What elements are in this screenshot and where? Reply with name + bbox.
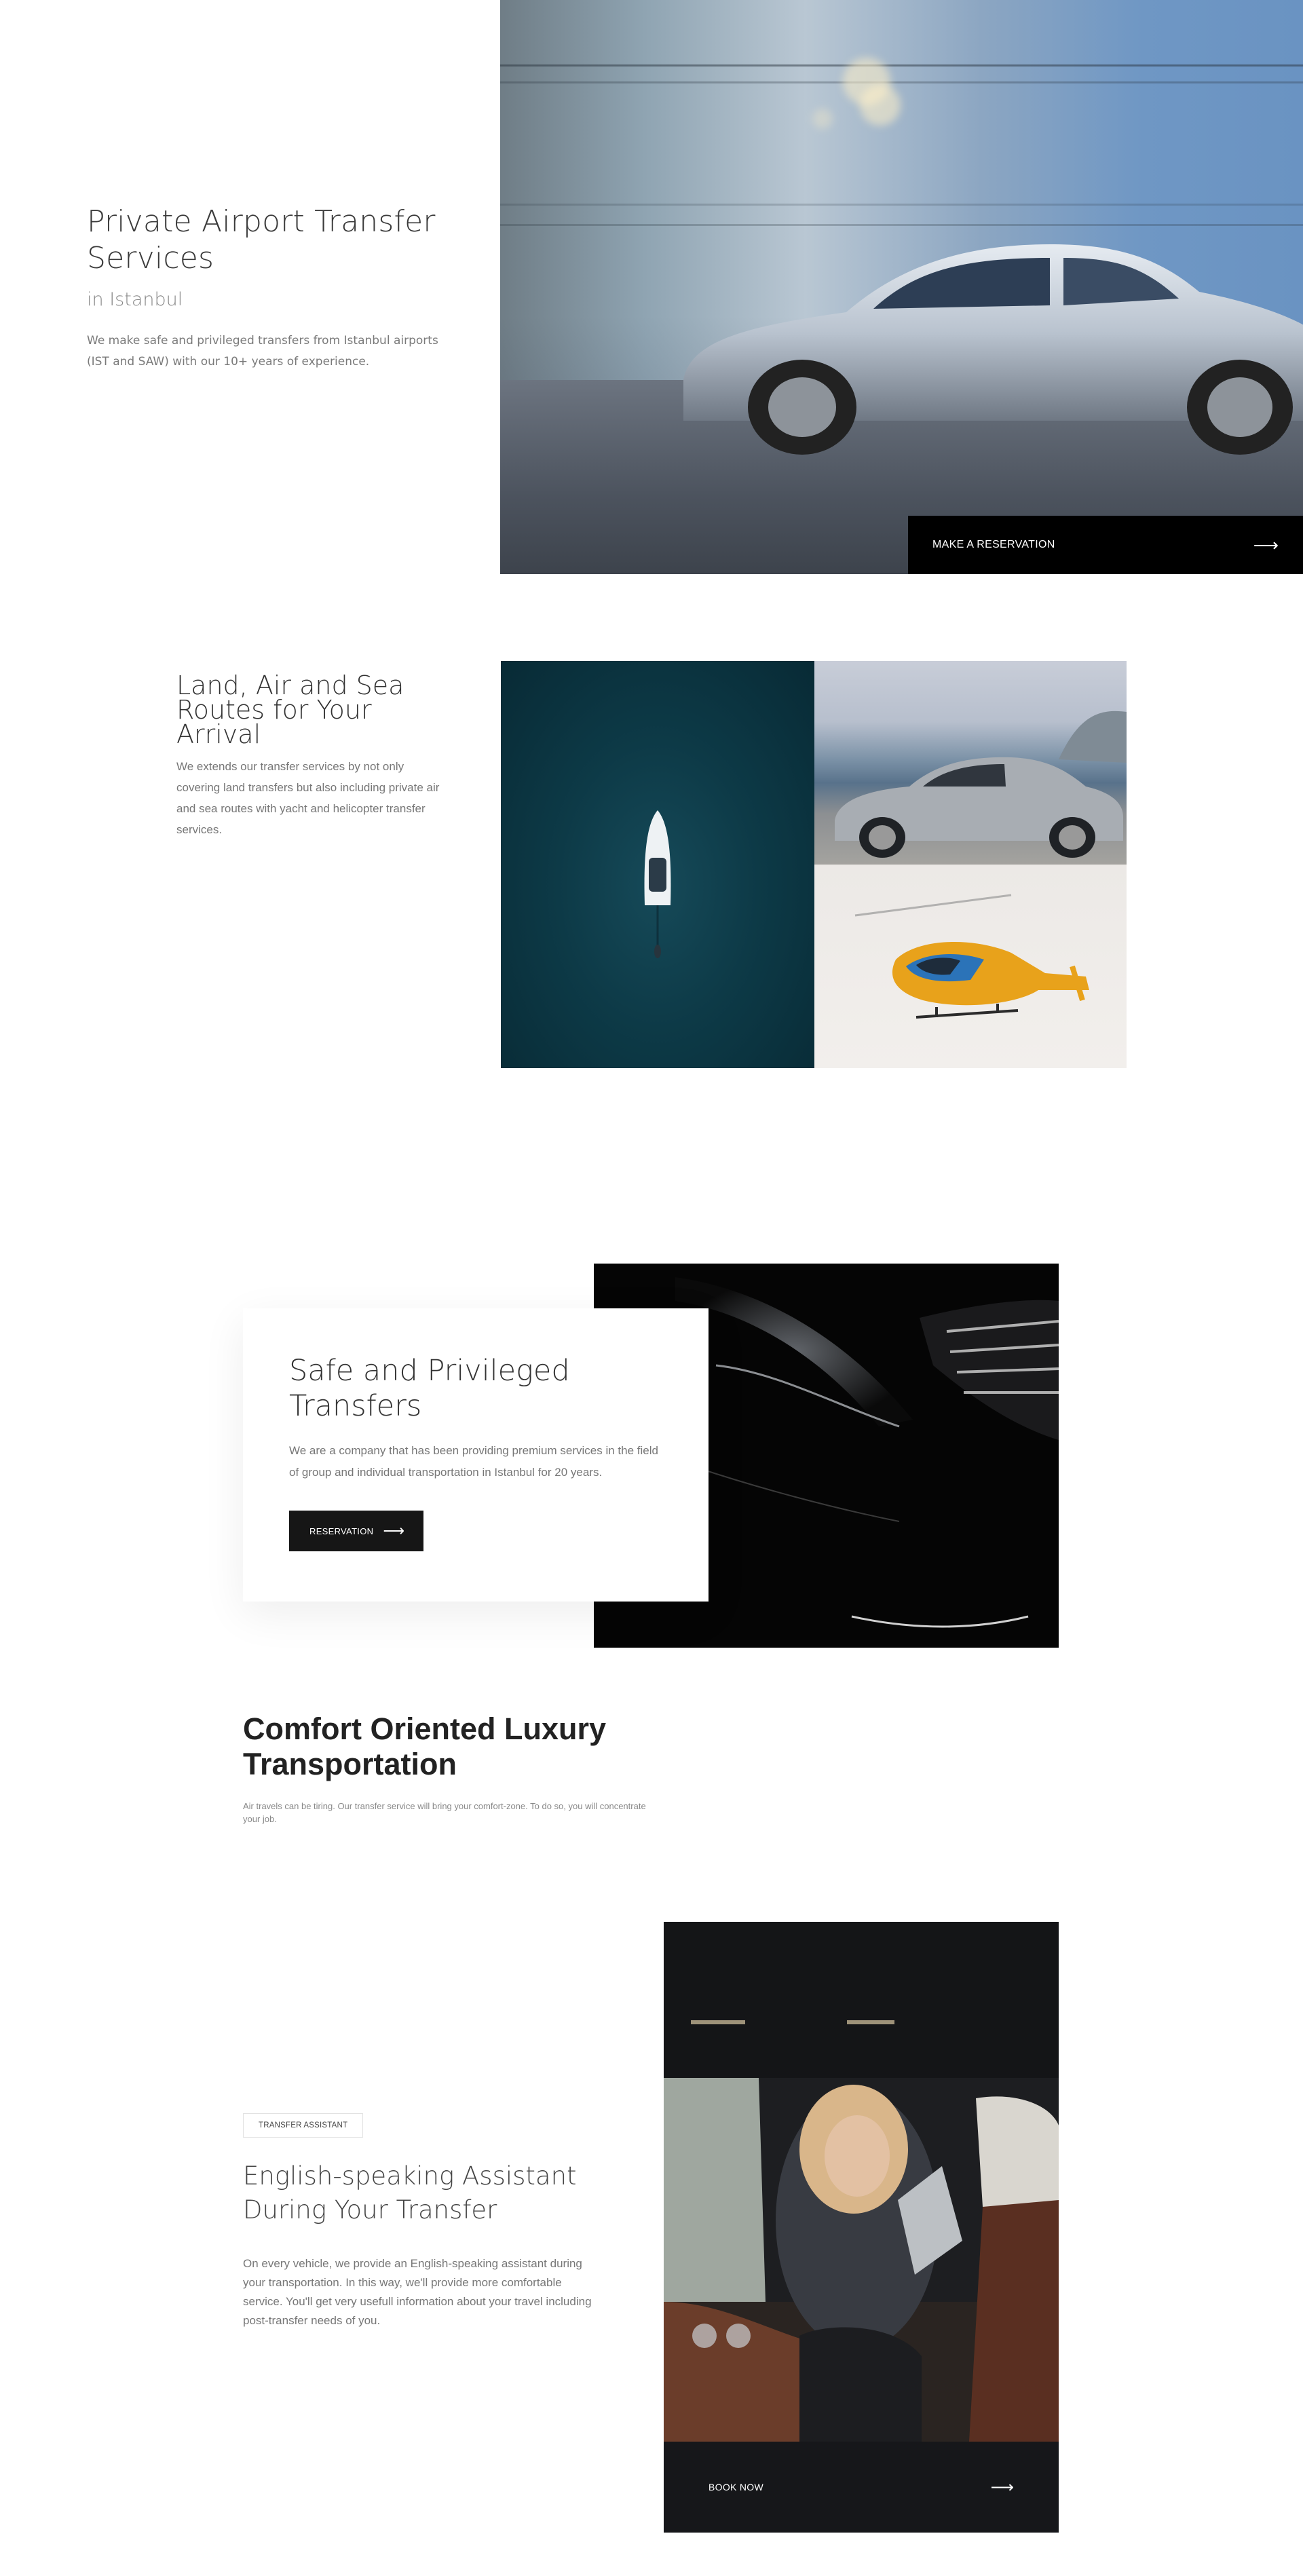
hero-car-image (500, 0, 1303, 574)
safe-description: We are a company that has been providing… (289, 1444, 658, 1479)
comfort-description: Air travels can be tiring. Our transfer … (243, 1801, 646, 1824)
book-now-label: BOOK NOW (709, 2482, 763, 2493)
comfort-title: Comfort Oriented Luxury Transportation (243, 1711, 607, 1781)
helicopter-image (814, 865, 1127, 1068)
hero-subtitle: in Istanbul (87, 289, 183, 310)
reservation-label: RESERVATION (309, 1526, 374, 1536)
safe-transfers-card: Safe and Privileged Transfers We are a c… (243, 1308, 709, 1602)
make-reservation-button[interactable]: MAKE A RESERVATION ⟶ (908, 516, 1303, 574)
reservation-button[interactable]: RESERVATION ⟶ (289, 1511, 423, 1551)
routes-text-block: Land, Air and Sea Routes for Your Arriva… (176, 673, 448, 840)
assistant-title: English-speaking Assistant During Your T… (243, 2161, 577, 2224)
yacht-sea-image (501, 661, 814, 1068)
make-reservation-label: MAKE A RESERVATION (932, 539, 1055, 550)
routes-description: We extends our transfer services by not … (176, 760, 440, 836)
arrow-right-icon: ⟶ (383, 1522, 404, 1539)
safe-title: Safe and Privileged Transfers (289, 1354, 570, 1423)
arrow-right-icon: ⟶ (990, 2478, 1014, 2497)
comfort-section: Comfort Oriented Luxury Transportation A… (243, 1711, 664, 1825)
assistant-text-block: TRANSFER ASSISTANT English-speaking Assi… (243, 2113, 596, 2330)
woman-in-car-image (664, 1922, 1059, 2442)
transfer-assistant-badge: TRANSFER ASSISTANT (243, 2113, 364, 2138)
sedan-seaside-image (814, 661, 1127, 865)
assistant-description: On every vehicle, we provide an English-… (243, 2257, 592, 2327)
sedan-car-graphic (683, 244, 1303, 455)
hero-description: We make safe and privileged transfers fr… (87, 334, 438, 368)
hero-text-block: Private Airport Transfer Services in Ist… (87, 204, 440, 373)
book-now-button[interactable]: BOOK NOW ⟶ (664, 2442, 1059, 2533)
arrow-right-icon: ⟶ (1253, 534, 1279, 555)
routes-title: Land, Air and Sea Routes for Your Arriva… (176, 670, 404, 749)
hero-title: Private Airport Transfer Services (87, 204, 436, 276)
